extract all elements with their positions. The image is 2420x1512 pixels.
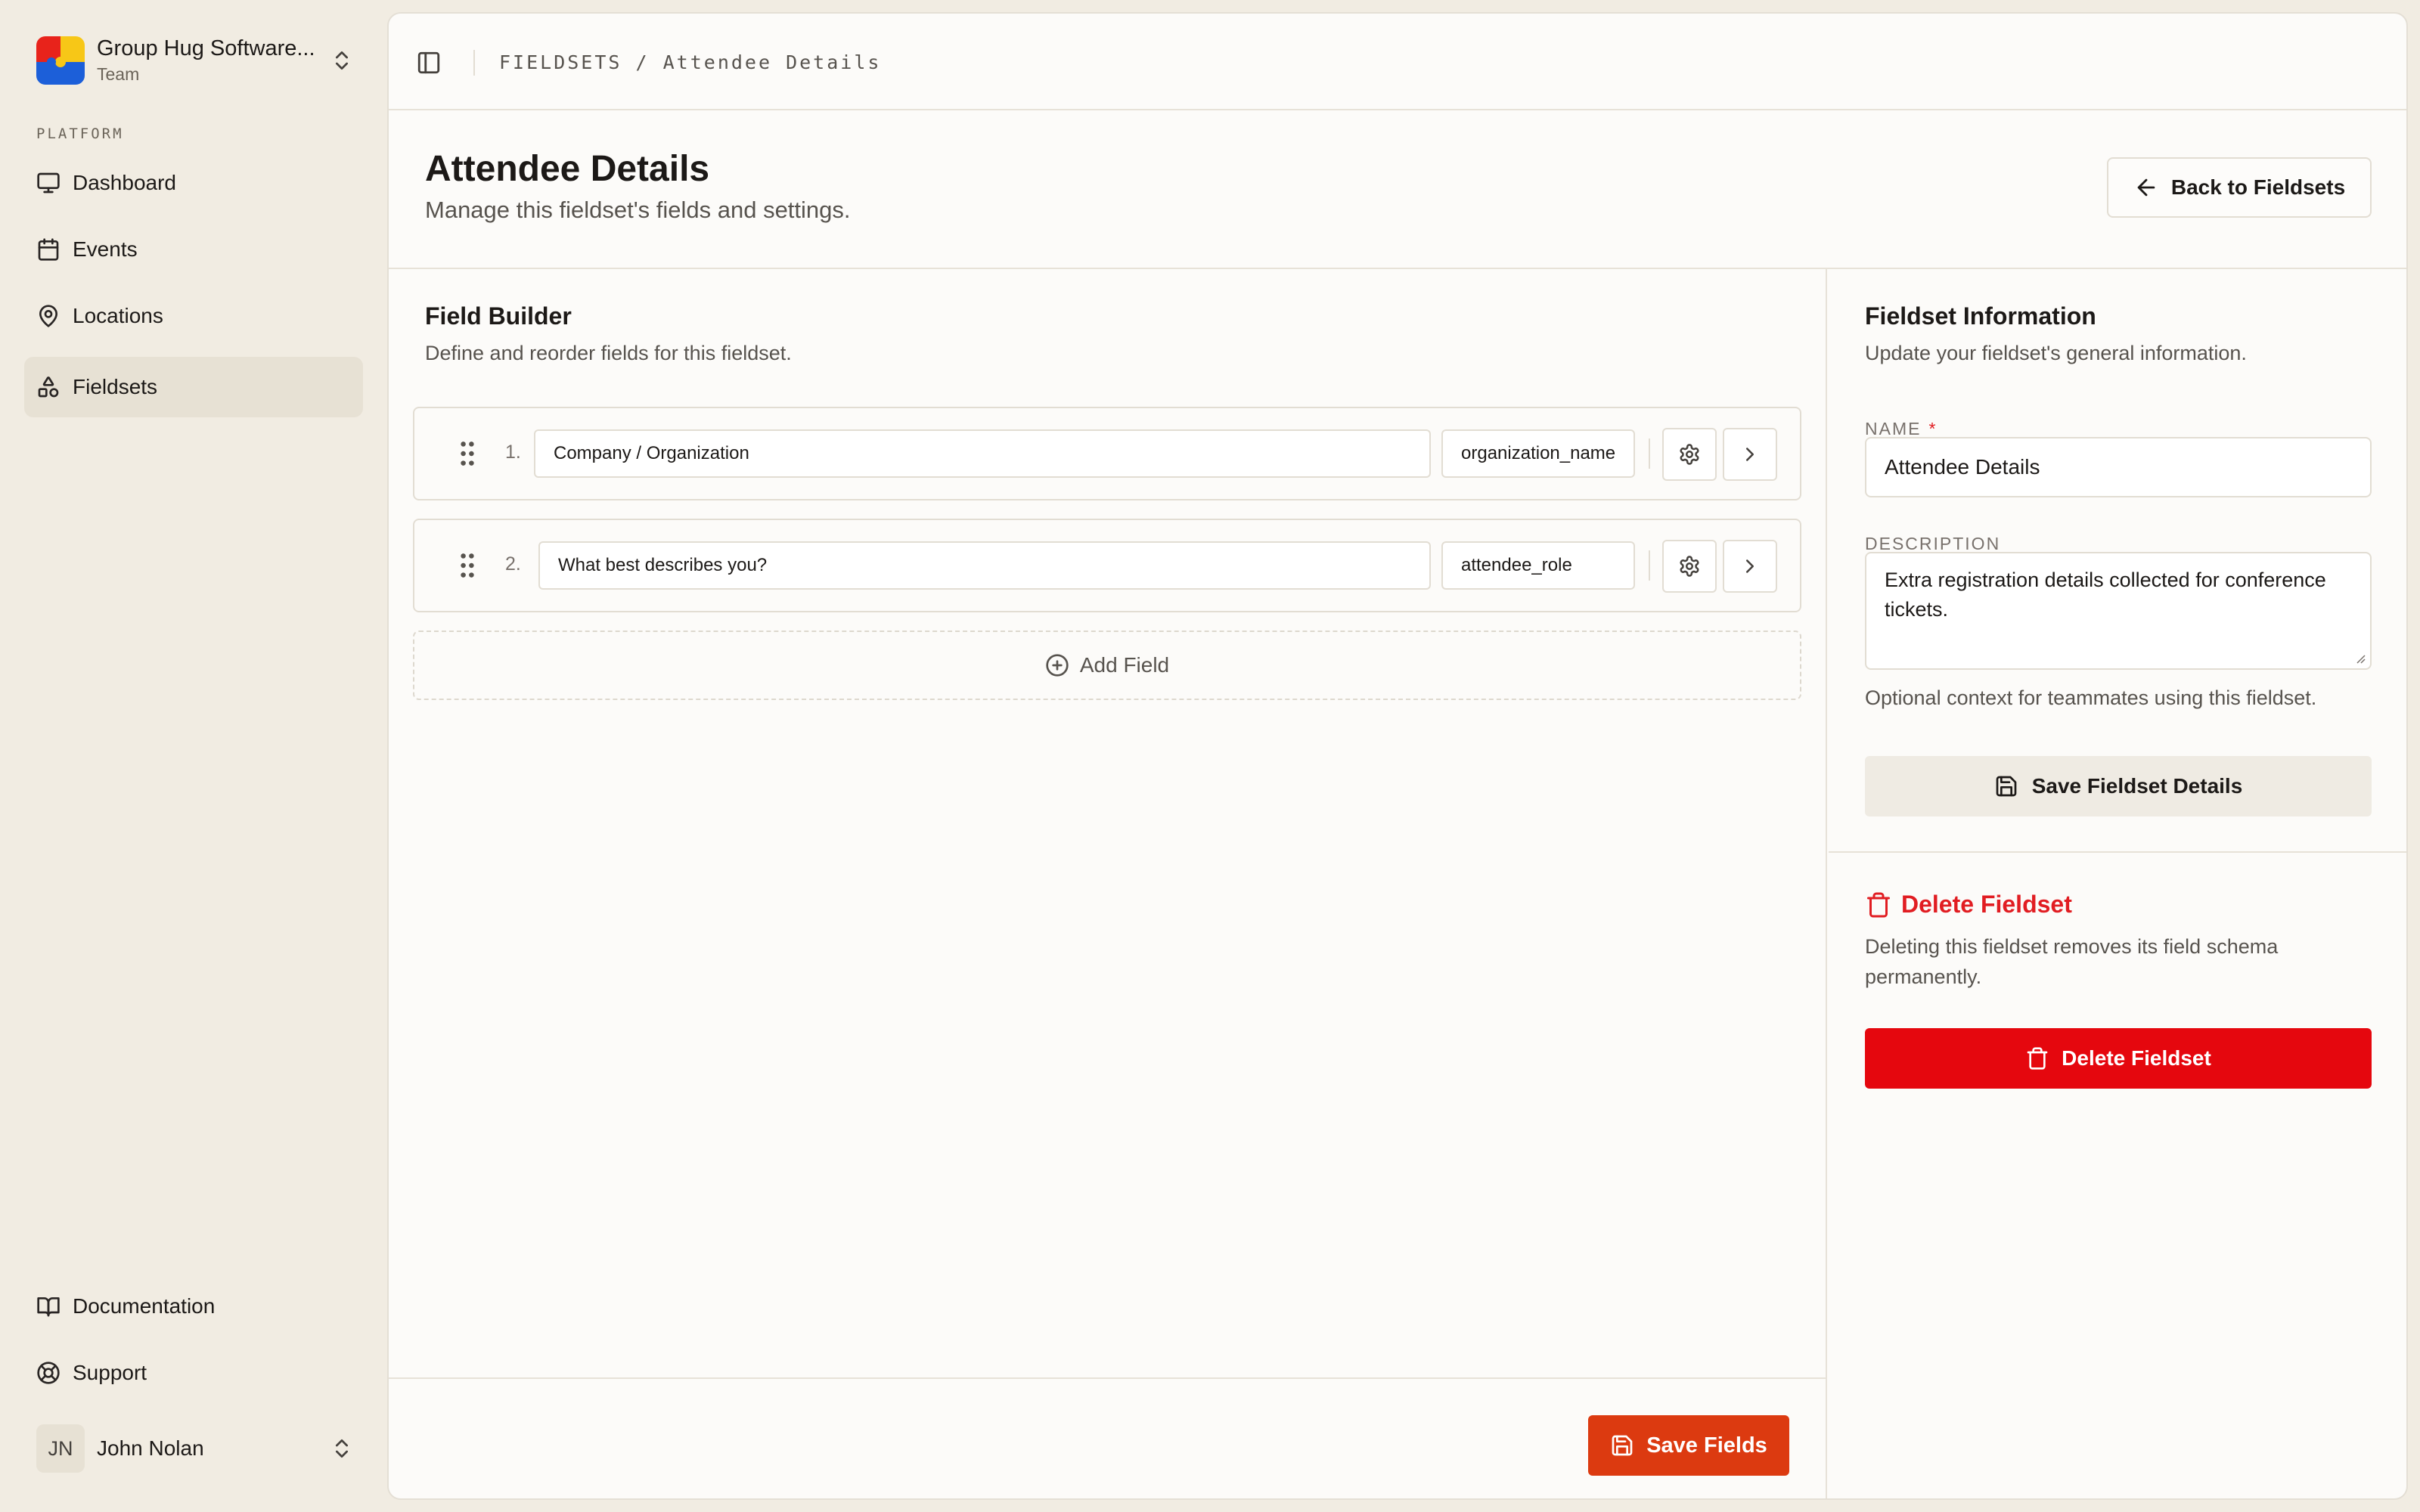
- save-icon: [1610, 1433, 1646, 1458]
- name-input[interactable]: [1865, 437, 2372, 497]
- page-header: Attendee Details Manage this fieldset's …: [389, 110, 2406, 269]
- main-panel: FIELDSETS / Attendee Details Attendee De…: [387, 12, 2408, 1500]
- field-settings-button[interactable]: [1662, 428, 1717, 481]
- page-title: Attendee Details: [425, 149, 710, 189]
- back-to-fieldsets-button[interactable]: Back to Fieldsets: [2107, 157, 2372, 218]
- chevrons-up-down-icon: [330, 48, 354, 73]
- shapes-icon: [36, 375, 60, 399]
- lifebuoy-icon: [36, 1361, 60, 1385]
- drag-handle-icon[interactable]: [457, 552, 478, 579]
- top-bar: FIELDSETS / Attendee Details: [389, 14, 2406, 110]
- name-label-text: NAME: [1865, 419, 1922, 438]
- sidebar: Group Hug Software... Team PLATFORM Dash…: [0, 0, 387, 1512]
- field-number: 2.: [505, 553, 521, 575]
- description-textarea[interactable]: Extra registration details collected for…: [1865, 552, 2372, 670]
- save-fields-label: Save Fields: [1646, 1433, 1767, 1458]
- builder-footer: Save Fields: [389, 1377, 1826, 1498]
- field-row: 2. attendee_role: [413, 519, 1801, 612]
- delete-fieldset-heading: Delete Fieldset: [1865, 891, 2072, 919]
- save-fields-button[interactable]: Save Fields: [1588, 1415, 1789, 1476]
- sidebar-item-label: Fieldsets: [73, 375, 158, 398]
- fieldset-info-subtitle: Update your fieldset's general informati…: [1865, 342, 2247, 364]
- sidebar-item-label: Dashboard: [73, 171, 176, 194]
- field-key-input[interactable]: attendee_role: [1441, 541, 1635, 590]
- book-icon: [36, 1294, 60, 1318]
- divider: [1649, 438, 1650, 469]
- required-marker: *: [1928, 419, 1938, 438]
- field-builder-title: Field Builder: [425, 302, 572, 330]
- sidebar-item-label: Support: [73, 1361, 147, 1384]
- user-menu[interactable]: JN John Nolan: [36, 1421, 354, 1476]
- description-text: Extra registration details collected for…: [1885, 569, 2326, 621]
- sidebar-item-fieldsets[interactable]: Fieldsets: [24, 357, 363, 417]
- sidebar-item-locations[interactable]: Locations: [24, 286, 363, 346]
- user-name: John Nolan: [97, 1436, 204, 1460]
- field-row: 1. organization_name: [413, 407, 1801, 500]
- field-label-input[interactable]: [534, 429, 1431, 478]
- chevron-right-icon: [1739, 555, 1761, 578]
- team-logo: [36, 36, 85, 85]
- chevrons-up-down-icon: [330, 1436, 354, 1461]
- field-key-input[interactable]: organization_name: [1441, 429, 1635, 478]
- sidebar-toggle-icon[interactable]: [416, 50, 442, 76]
- calendar-icon: [36, 237, 60, 262]
- delete-button-label: Delete Fieldset: [2062, 1046, 2211, 1070]
- fieldset-info-panel: Fieldset Information Update your fieldse…: [1829, 269, 2406, 853]
- team-switcher[interactable]: Group Hug Software... Team: [36, 33, 354, 88]
- delete-fieldset-description: Deleting this fieldset removes its field…: [1865, 935, 2279, 988]
- field-expand-button[interactable]: [1723, 428, 1777, 481]
- trash-icon: [2025, 1046, 2062, 1070]
- field-builder-subtitle: Define and reorder fields for this field…: [425, 342, 792, 364]
- breadcrumb: FIELDSETS / Attendee Details: [499, 51, 882, 73]
- delete-fieldset-panel: Delete Fieldset Deleting this fieldset r…: [1829, 854, 2406, 1498]
- trash-icon: [1865, 891, 1901, 919]
- arrow-left-icon: [2133, 175, 2171, 200]
- sidebar-item-support[interactable]: Support: [24, 1343, 363, 1403]
- sidebar-section-label: PLATFORM: [36, 125, 124, 142]
- drag-handle-icon[interactable]: [457, 440, 478, 467]
- gear-icon: [1678, 555, 1701, 578]
- field-expand-button[interactable]: [1723, 540, 1777, 593]
- field-builder: Field Builder Define and reorder fields …: [389, 269, 1827, 1498]
- resize-grip-icon[interactable]: [2355, 653, 2366, 664]
- add-field-button[interactable]: Add Field: [413, 631, 1801, 700]
- sidebar-item-label: Locations: [73, 304, 163, 327]
- sidebar-item-label: Documentation: [73, 1294, 216, 1318]
- divider: [1649, 550, 1650, 581]
- plus-circle-icon: [1045, 653, 1080, 677]
- back-button-label: Back to Fieldsets: [2170, 175, 2346, 199]
- team-plan: Team: [97, 64, 140, 84]
- field-number: 1.: [505, 442, 521, 463]
- save-icon: [1994, 774, 2032, 798]
- divider: [473, 50, 475, 76]
- field-label-input[interactable]: [538, 541, 1431, 590]
- sidebar-item-dashboard[interactable]: Dashboard: [24, 153, 363, 213]
- page-subtitle: Manage this fieldset's fields and settin…: [425, 197, 851, 223]
- delete-fieldset-title: Delete Fieldset: [1901, 891, 2072, 918]
- description-label: DESCRIPTION: [1865, 534, 2001, 553]
- save-fieldset-details-button[interactable]: Save Fieldset Details: [1865, 756, 2372, 816]
- gear-icon: [1678, 443, 1701, 466]
- map-pin-icon: [36, 304, 60, 328]
- field-settings-button[interactable]: [1662, 540, 1717, 593]
- add-field-label: Add Field: [1079, 653, 1170, 677]
- team-name: Group Hug Software...: [97, 36, 315, 60]
- avatar: JN: [36, 1424, 85, 1473]
- sidebar-item-documentation[interactable]: Documentation: [24, 1276, 363, 1337]
- name-label: NAME *: [1865, 419, 1937, 439]
- description-hint: Optional context for teammates using thi…: [1865, 686, 2317, 709]
- delete-fieldset-button[interactable]: Delete Fieldset: [1865, 1028, 2372, 1089]
- chevron-right-icon: [1739, 443, 1761, 466]
- sidebar-item-events[interactable]: Events: [24, 219, 363, 280]
- fieldset-info-title: Fieldset Information: [1865, 302, 2096, 330]
- sidebar-item-label: Events: [73, 237, 138, 261]
- save-details-label: Save Fieldset Details: [2031, 774, 2243, 798]
- monitor-icon: [36, 171, 60, 195]
